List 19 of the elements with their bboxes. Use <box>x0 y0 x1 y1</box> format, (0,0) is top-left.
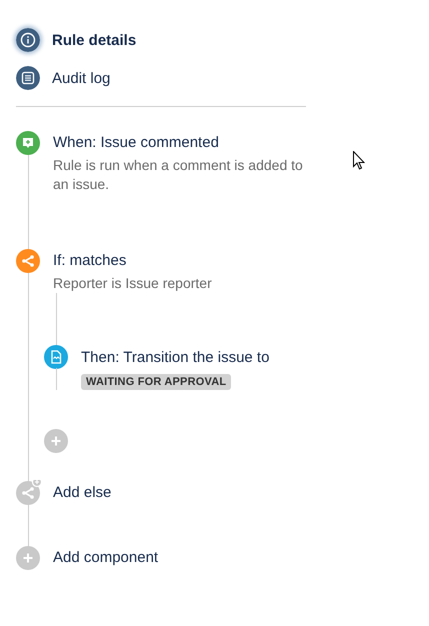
step-title[interactable]: Add else <box>53 481 429 505</box>
add-icon[interactable] <box>44 429 68 453</box>
document-icon[interactable] <box>44 345 68 369</box>
step-title[interactable]: Then: Transition the issue to <box>81 346 429 370</box>
status-lozenge: WAITING FOR APPROVAL <box>81 374 232 390</box>
nav-item[interactable]: Audit log <box>16 66 429 90</box>
step-title[interactable]: When: Issue commented <box>53 131 429 155</box>
step-description: Rule is run when a comment is added to an issue. <box>53 156 304 194</box>
add-icon[interactable] <box>15 545 41 571</box>
comment-icon[interactable] <box>15 130 41 156</box>
step-title[interactable]: If: matches <box>53 249 429 273</box>
cursor-icon <box>353 151 365 170</box>
nav-item[interactable]: Rule details <box>16 28 429 52</box>
list-icon <box>16 66 40 90</box>
info-icon <box>16 28 40 52</box>
branch-icon[interactable] <box>15 248 41 274</box>
branch-add-icon[interactable] <box>15 480 41 506</box>
step-title[interactable]: Add component <box>53 546 429 570</box>
step-description: Reporter is Issue reporter <box>53 274 213 293</box>
